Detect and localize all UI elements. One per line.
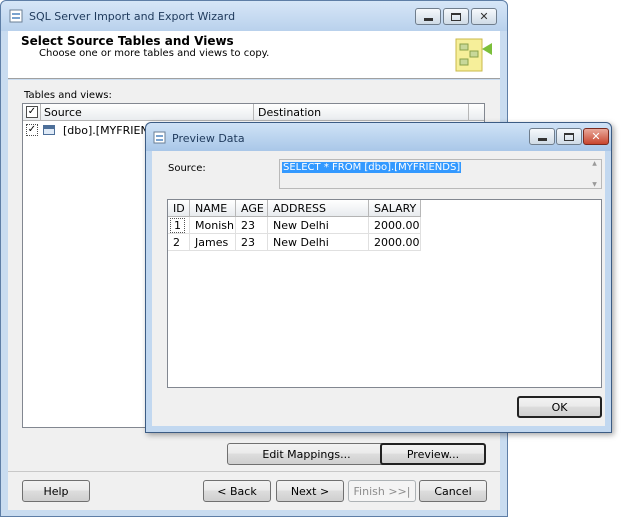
cell-age: 23	[236, 217, 268, 234]
cell-id: 1	[168, 217, 190, 234]
back-button[interactable]: < Back	[203, 480, 271, 502]
finish-button[interactable]: Finish >>|	[348, 480, 416, 502]
source-label: Source:	[168, 163, 206, 174]
maximize-icon	[451, 12, 461, 21]
wizard-header-icon	[448, 33, 496, 77]
cell-address: New Delhi	[268, 234, 369, 251]
page-subtitle: Choose one or more tables and views to c…	[39, 48, 270, 59]
edit-mappings-button[interactable]: Edit Mappings...	[227, 443, 386, 465]
wizard-app-icon	[9, 9, 23, 23]
preview-maximize-button[interactable]	[556, 128, 582, 145]
source-query: SELECT * FROM [dbo].[MYFRIENDS]	[282, 162, 462, 173]
wizard-title: SQL Server Import and Export Wizard	[29, 10, 236, 23]
preview-dialog: Preview Data ✕ Source: SELECT * FROM [db…	[145, 122, 612, 433]
preview-button[interactable]: Preview...	[380, 443, 486, 465]
preview-grid[interactable]: ID NAME AGE ADDRESS SALARY 1 Monish 23 N…	[167, 199, 602, 388]
wizard-title-bar: SQL Server Import and Export Wizard ✕	[1, 1, 507, 31]
row-checkbox[interactable]: ✓	[26, 124, 38, 136]
source-column-header[interactable]: Source	[44, 106, 82, 119]
cell-name: James	[190, 234, 236, 251]
column-header-salary[interactable]: SALARY	[369, 200, 421, 216]
minimize-icon	[423, 17, 433, 21]
query-scrollbar[interactable]: ▲ ▼	[588, 160, 601, 188]
maximize-icon	[564, 132, 574, 141]
preview-body: Source: SELECT * FROM [dbo].[MYFRIENDS] …	[152, 151, 605, 426]
preview-title-bar: Preview Data ✕	[146, 123, 611, 151]
tables-label: Tables and views:	[24, 90, 112, 101]
preview-minimize-button[interactable]	[529, 128, 555, 145]
cell-salary: 2000.00	[369, 217, 421, 234]
preview-close-button[interactable]: ✕	[583, 128, 609, 145]
cancel-button[interactable]: Cancel	[419, 480, 487, 502]
close-button[interactable]: ✕	[471, 8, 497, 25]
minimize-icon	[537, 137, 547, 141]
help-button[interactable]: Help	[22, 480, 90, 502]
ok-button[interactable]: OK	[517, 396, 602, 418]
column-header-name[interactable]: NAME	[190, 200, 236, 216]
preview-title: Preview Data	[172, 132, 245, 145]
column-header-age[interactable]: AGE	[236, 200, 268, 216]
grid-header: ✓ Source Destination	[23, 104, 484, 121]
cell-id: 2	[168, 234, 190, 251]
next-button[interactable]: Next >	[276, 480, 344, 502]
close-icon: ✕	[479, 10, 489, 23]
cell-age: 23	[236, 234, 268, 251]
cell-address: New Delhi	[268, 217, 369, 234]
table-row[interactable]: 1 Monish 23 New Delhi 2000.00	[168, 217, 421, 234]
destination-column-header[interactable]: Destination	[258, 106, 321, 119]
table-row[interactable]: 2 James 23 New Delhi 2000.00	[168, 234, 421, 251]
preview-grid-header: ID NAME AGE ADDRESS SALARY	[168, 200, 421, 217]
page-title: Select Source Tables and Views	[21, 34, 234, 48]
preview-app-icon	[153, 131, 166, 144]
maximize-button[interactable]	[443, 8, 469, 25]
column-header-address[interactable]: ADDRESS	[268, 200, 369, 216]
cell-salary: 2000.00	[369, 234, 421, 251]
scroll-down-icon[interactable]: ▼	[592, 181, 597, 188]
cell-name: Monish	[190, 217, 236, 234]
column-header-id[interactable]: ID	[168, 200, 190, 216]
close-icon: ✕	[591, 130, 601, 143]
wizard-header: Select Source Tables and Views Choose on…	[8, 31, 500, 79]
select-all-checkbox[interactable]: ✓	[26, 106, 38, 118]
table-icon	[43, 125, 55, 135]
footer-separator	[8, 471, 500, 472]
minimize-button[interactable]	[415, 8, 441, 25]
scroll-up-icon[interactable]: ▲	[592, 160, 597, 167]
source-query-box[interactable]: SELECT * FROM [dbo].[MYFRIENDS] ▲ ▼	[279, 159, 602, 189]
